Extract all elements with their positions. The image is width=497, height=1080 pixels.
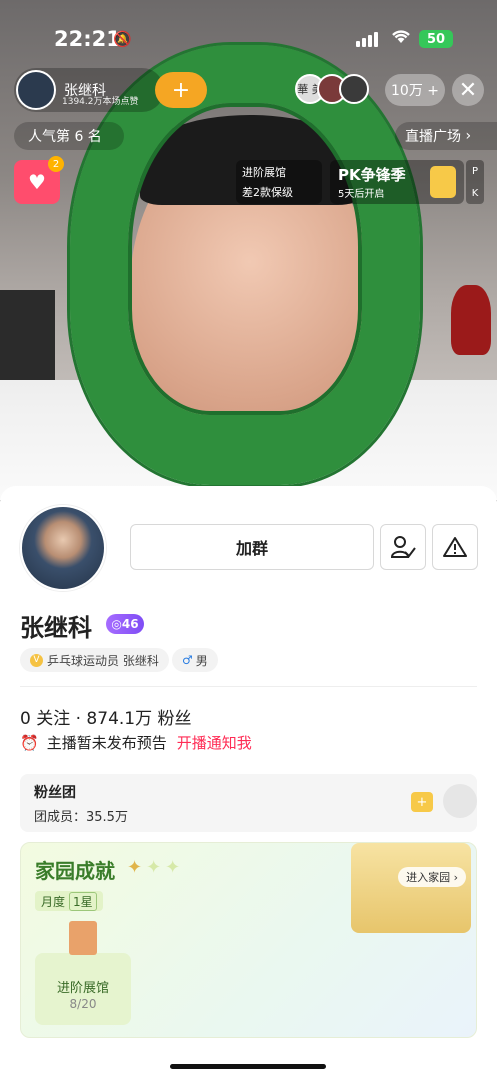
verified-text: 乒乓球运动员 张继科	[47, 653, 159, 668]
host-likes: 1394.2万本场点赞	[62, 97, 139, 107]
star-icons: ✦✦✦	[127, 857, 185, 878]
status-bar: 22:21 🔕 50	[0, 0, 497, 70]
background-lamp	[451, 285, 491, 355]
screen: 22:21 🔕 50 张继科 1394.2万本场点赞 + 華 美 10万 + ✕…	[0, 0, 497, 1080]
viewer-avatar[interactable]	[339, 74, 369, 104]
tile-progress: 8/20	[69, 997, 97, 1011]
divider	[20, 686, 477, 687]
home-achievement-card[interactable]: 家园成就 ✦✦✦ 月度 1星 进入家园 › 进阶展馆 8/20	[20, 842, 477, 1038]
report-button[interactable]	[432, 524, 478, 570]
verified-icon: V	[30, 653, 43, 667]
fan-club-title: 粉丝团	[34, 785, 76, 801]
viewer-avatars[interactable]: 華 美	[295, 74, 369, 104]
notice-text: 主播暂未发布预告	[46, 734, 167, 752]
popularity-rank[interactable]: 人气第 6 名	[14, 122, 124, 150]
enter-home-button[interactable]: 进入家园 ›	[398, 867, 466, 887]
advance-hall-card[interactable]: 进阶展馆 差2款保级	[236, 160, 322, 204]
verified-tag: V 乒乓球运动员 张继科	[20, 648, 169, 672]
trophy-icon	[430, 166, 456, 198]
month-label: 月度	[41, 894, 66, 909]
fan-club-card[interactable]: 粉丝团 团成员：35.5万 +	[20, 774, 477, 832]
gift-box-icon[interactable]: ♥ 2	[14, 156, 64, 204]
fan-club-members: 团成员：35.5万	[34, 810, 128, 825]
viewer-count[interactable]: 10万 +	[385, 74, 445, 106]
mute-bell-icon: 🔕	[113, 30, 132, 48]
advance-hall-tile[interactable]: 进阶展馆 8/20	[35, 921, 131, 1025]
plus-heart-icon: +	[171, 77, 191, 103]
male-icon: ♂	[182, 653, 193, 667]
user-check-icon	[390, 536, 416, 558]
gift-badge: 2	[48, 156, 64, 172]
warning-icon	[443, 537, 467, 557]
pk-side-tab[interactable]: P K	[466, 160, 484, 204]
enter-home-label: 进入家园	[406, 871, 451, 884]
advance-hall-sub: 差2款保级	[242, 186, 293, 199]
profile-sheet: 加群 张继科 ◎ 46 V 乒乓球运动员 张继科 ♂ 男 0 关注 · 874.1…	[0, 486, 497, 1080]
monthly-rating: 月度 1星	[35, 891, 103, 911]
wifi-icon	[390, 26, 412, 50]
signal-icon	[356, 32, 378, 47]
home-building-image	[351, 843, 471, 933]
live-plaza-button[interactable]: 直播广场 ›	[395, 122, 497, 150]
gender-text: 男	[195, 653, 208, 668]
building-icon	[69, 921, 97, 955]
advance-hall-title: 进阶展馆	[242, 166, 286, 179]
host-info-pill[interactable]: 张继科 1394.2万本场点赞	[14, 68, 164, 112]
follow-stats[interactable]: 0 关注 · 874.1万 粉丝	[20, 704, 192, 729]
join-group-button[interactable]: 加群	[130, 524, 374, 570]
pk-side-letter: P	[471, 165, 479, 177]
pk-season-card[interactable]: PK争锋季 5天后开启	[330, 160, 464, 204]
gender-tag: ♂ 男	[172, 648, 218, 672]
schedule-notice: ⏰ 主播暂未发布预告 开播通知我	[20, 732, 252, 753]
profile-avatar[interactable]	[20, 505, 106, 591]
follow-button[interactable]: +	[155, 72, 207, 108]
battery-indicator: 50	[419, 30, 453, 48]
live-plaza-label: 直播广场	[405, 129, 461, 145]
pk-side-letter: K	[471, 187, 479, 199]
clock: 22:21	[54, 27, 121, 51]
level-value: 46	[121, 617, 139, 631]
tile-label: 进阶展馆	[56, 981, 109, 996]
alarm-icon: ⏰	[20, 733, 39, 752]
level-badge: ◎ 46	[106, 614, 144, 634]
close-icon[interactable]: ✕	[452, 74, 484, 106]
profile-name: 张继科	[20, 614, 92, 642]
notify-me-link[interactable]: 开播通知我	[177, 732, 252, 753]
fan-heart-icon: +	[411, 792, 433, 812]
fan-club-emblem-icon	[443, 784, 477, 818]
host-avatar[interactable]	[16, 70, 56, 110]
home-title: 家园成就	[35, 859, 115, 883]
home-indicator[interactable]	[170, 1064, 326, 1069]
followed-check-button[interactable]	[380, 524, 426, 570]
month-value: 1星	[69, 891, 97, 911]
